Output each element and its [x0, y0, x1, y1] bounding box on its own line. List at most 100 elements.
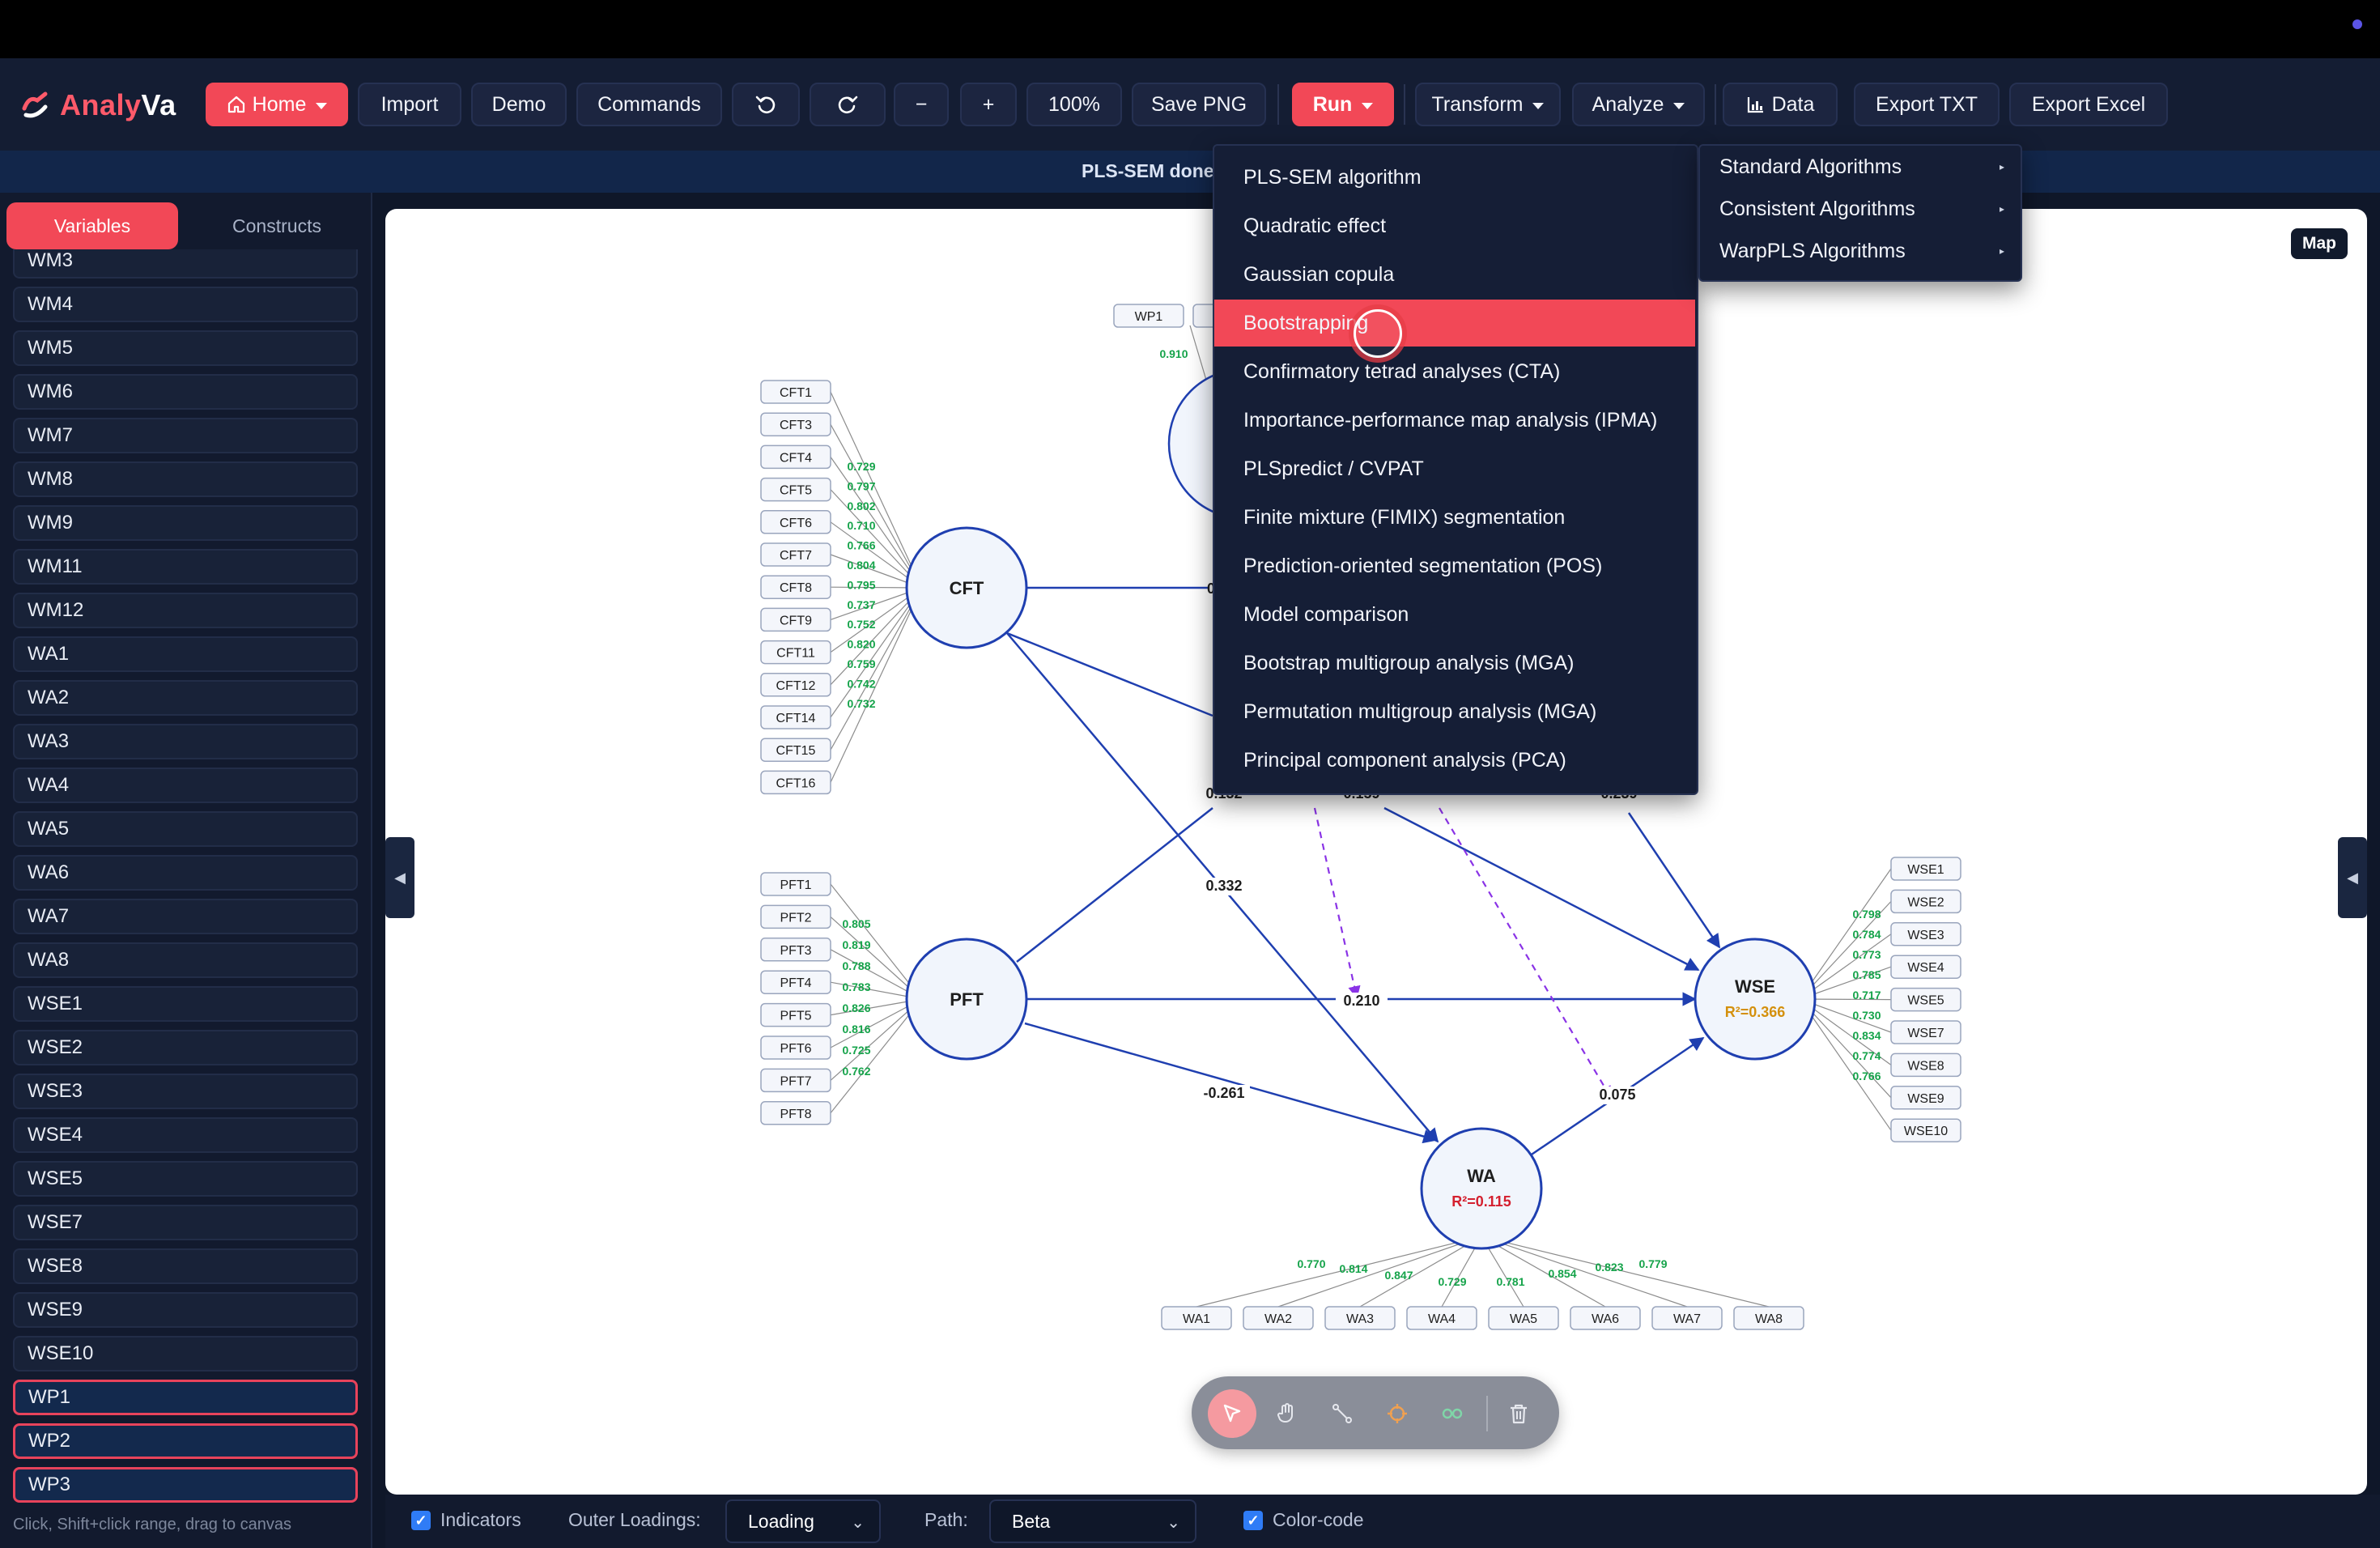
run-menu-item[interactable]: PLSpredict / CVPAT [1214, 445, 1695, 492]
run-menu-item[interactable]: Confirmatory tetrad analyses (CTA) [1214, 348, 1695, 395]
variable-item[interactable]: WP3 [13, 1467, 358, 1503]
run-menu-item[interactable]: Finite mixture (FIMIX) segmentation [1214, 494, 1695, 541]
variable-item[interactable]: WSE9 [13, 1292, 358, 1328]
variable-item[interactable]: WSE10 [13, 1336, 358, 1372]
variable-item[interactable]: WM11 [13, 549, 358, 585]
toolbar-divider [1715, 84, 1716, 125]
color-code-checkbox[interactable]: ✓ [1243, 1511, 1263, 1530]
export-excel-button[interactable]: Export Excel [2009, 83, 2168, 126]
variable-item[interactable]: WSE3 [13, 1074, 358, 1109]
right-panel-toggle[interactable]: ◀ [2338, 837, 2367, 918]
commands-button[interactable]: Commands [576, 83, 722, 126]
zoom-out-button[interactable]: − [894, 83, 949, 126]
loading-label: 0.779 [1638, 1257, 1667, 1270]
construct-node[interactable] [1420, 1127, 1543, 1250]
variable-item[interactable]: WSE1 [13, 986, 358, 1022]
redo-button[interactable] [810, 83, 886, 126]
color-code-label: Color-code [1273, 1509, 1364, 1530]
run-menu-item[interactable]: Importance-performance map analysis (IPM… [1214, 397, 1695, 444]
variable-item[interactable]: WM6 [13, 374, 358, 410]
variable-item[interactable]: WM3 [13, 249, 358, 279]
indicator-label: WSE10 [1904, 1125, 1948, 1138]
variable-item[interactable]: WM12 [13, 593, 358, 628]
run-menu-item[interactable]: Prediction-oriented segmentation (POS) [1214, 542, 1695, 589]
undo-button[interactable] [732, 83, 800, 126]
zoom-in-button[interactable]: + [960, 83, 1017, 126]
loading-label: 0.781 [1496, 1275, 1524, 1288]
loading-label: 0.798 [1852, 908, 1881, 921]
run-button[interactable]: Run [1292, 83, 1394, 126]
indicator-link [1277, 1235, 1482, 1308]
demo-button[interactable]: Demo [471, 83, 567, 126]
run-menu-item[interactable]: Model comparison [1214, 591, 1695, 638]
pan-tool[interactable] [1263, 1389, 1311, 1438]
variable-item[interactable]: WP2 [13, 1423, 358, 1459]
variable-item[interactable]: WM9 [13, 505, 358, 541]
analyze-button[interactable]: Analyze [1572, 83, 1705, 126]
tab-variables[interactable]: Variables [6, 202, 178, 249]
variable-item[interactable]: WA7 [13, 899, 358, 934]
variable-item[interactable]: WSE5 [13, 1161, 358, 1197]
indicators-checkbox[interactable]: ✓ [411, 1511, 431, 1530]
indicator-label: CFT12 [776, 679, 816, 693]
loading-label: 0.823 [1595, 1261, 1623, 1274]
run-menu-item[interactable]: Permutation multigroup analysis (MGA) [1214, 688, 1695, 735]
variable-item[interactable]: WM8 [13, 461, 358, 497]
connect-tool[interactable] [1318, 1389, 1366, 1438]
indicator-label: PFT3 [780, 944, 811, 958]
export-txt-button[interactable]: Export TXT [1854, 83, 2000, 126]
save-png-button[interactable]: Save PNG [1132, 83, 1266, 126]
algorithm-menu-label: Standard Algorithms [1719, 155, 1902, 178]
algorithm-menu-item[interactable]: WarpPLS Algorithms ▸ [1719, 232, 2011, 270]
algorithm-menu-item[interactable]: Consistent Algorithms ▸ [1719, 189, 2011, 228]
variable-item[interactable]: WM4 [13, 287, 358, 322]
variable-item[interactable]: WA6 [13, 855, 358, 891]
delete-tool[interactable] [1494, 1389, 1543, 1438]
construct-node[interactable] [1694, 938, 1817, 1061]
moderator-tool[interactable] [1373, 1389, 1422, 1438]
loading-label: 0.784 [1852, 928, 1881, 941]
structural-path [1006, 632, 1213, 717]
left-panel-toggle[interactable]: ◀ [385, 837, 414, 918]
zoom-level-button[interactable]: 100% [1026, 83, 1122, 126]
run-menu-item[interactable]: Bootstrap multigroup analysis (MGA) [1214, 640, 1695, 687]
variable-item[interactable]: WSE4 [13, 1117, 358, 1153]
outer-loadings-select[interactable]: Loading ⌄ [725, 1499, 881, 1543]
variable-item[interactable]: WA3 [13, 724, 358, 759]
run-label: Run [1312, 92, 1353, 116]
variable-item[interactable]: WA2 [13, 680, 358, 716]
palette-divider [1486, 1396, 1488, 1431]
home-button[interactable]: Home [206, 83, 348, 126]
tab-constructs[interactable]: Constructs [191, 202, 363, 249]
variable-item[interactable]: WM5 [13, 330, 358, 366]
variable-item[interactable]: WA5 [13, 811, 358, 847]
algorithm-menu-item[interactable]: Standard Algorithms ▸ [1719, 147, 2011, 186]
path-select[interactable]: Beta ⌄ [989, 1499, 1196, 1543]
variable-item[interactable]: WSE2 [13, 1030, 358, 1065]
bar-chart-icon [1747, 97, 1763, 113]
run-menu-item[interactable]: Principal component analysis (PCA) [1214, 737, 1695, 784]
variable-item[interactable]: WSE8 [13, 1248, 358, 1284]
variable-item[interactable]: WP1 [13, 1380, 358, 1415]
run-menu-item[interactable]: Bootstrapping [1214, 300, 1695, 347]
variable-item[interactable]: WM7 [13, 418, 358, 453]
sidebar-tabs: Variables Constructs [6, 202, 363, 249]
run-menu-item[interactable]: PLS-SEM algorithm [1214, 154, 1695, 201]
loading-label: 0.820 [847, 638, 875, 651]
data-button[interactable]: Data [1723, 83, 1838, 126]
map-button[interactable]: Map [2291, 228, 2348, 259]
run-menu-item[interactable]: Quadratic effect [1214, 202, 1695, 249]
run-menu-item[interactable]: Gaussian copula [1214, 251, 1695, 298]
variable-item[interactable]: WA1 [13, 636, 358, 672]
indicator-label: WSE7 [1907, 1027, 1944, 1040]
logo-text-part2: Va [141, 88, 176, 121]
variable-item[interactable]: WA4 [13, 768, 358, 803]
logo-icon [22, 91, 48, 118]
link-tool[interactable] [1428, 1389, 1477, 1438]
indicator-label: CFT5 [780, 484, 812, 498]
select-tool[interactable] [1208, 1389, 1256, 1438]
variable-item[interactable]: WSE7 [13, 1205, 358, 1240]
variable-item[interactable]: WA8 [13, 942, 358, 978]
import-button[interactable]: Import [358, 83, 461, 126]
transform-button[interactable]: Transform [1415, 83, 1561, 126]
